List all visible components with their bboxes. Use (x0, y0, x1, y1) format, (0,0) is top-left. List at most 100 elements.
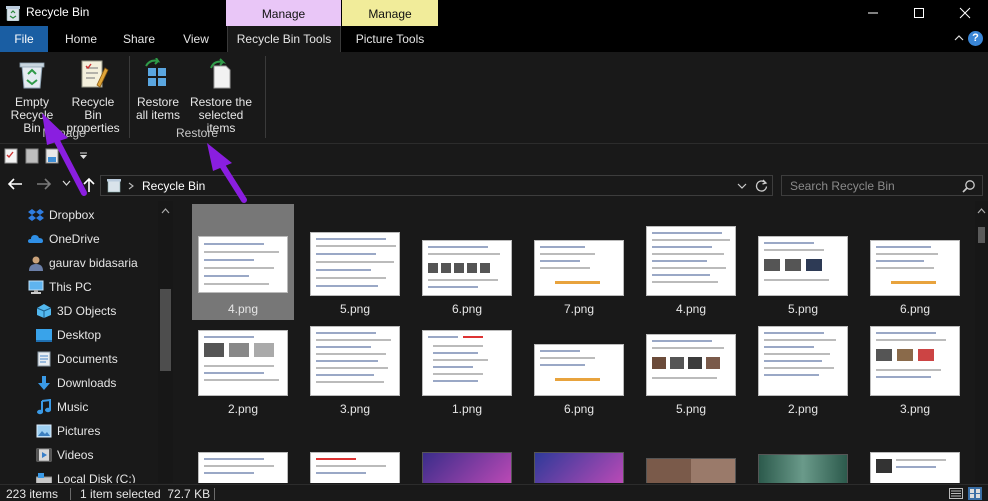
details-view-icon[interactable] (949, 488, 963, 499)
nav-item-dropbox[interactable]: Dropbox (0, 204, 158, 226)
file-tile[interactable]: 1.png (416, 304, 518, 420)
properties-icon (81, 60, 109, 88)
help-button[interactable]: ? (968, 31, 983, 46)
content-scrollbar[interactable] (975, 201, 988, 483)
address-bar[interactable]: Recycle Bin (100, 175, 773, 196)
quick-access-toolbar (0, 145, 988, 167)
file-tile[interactable]: 4.png (640, 204, 742, 320)
status-bar: 223 items 1 item selected 72.7 KB (0, 484, 988, 501)
file-thumbnail (758, 454, 848, 483)
file-tile[interactable] (416, 404, 518, 483)
file-tile[interactable] (640, 404, 742, 483)
file-tile[interactable]: 6.png (528, 304, 630, 420)
tab-file[interactable]: File (0, 26, 48, 52)
minimize-button[interactable] (850, 0, 896, 26)
nav-item-downloads[interactable]: Downloads (0, 372, 158, 394)
nav-item-documents[interactable]: Documents (0, 348, 158, 370)
file-tile[interactable]: 5.png (752, 204, 854, 320)
file-tile[interactable]: 7.png (528, 204, 630, 320)
file-tile[interactable]: 5.png (640, 304, 742, 420)
nav-item-user[interactable]: gaurav bidasaria (0, 252, 158, 274)
nav-scroll-thumb[interactable] (160, 289, 171, 371)
save-icon[interactable] (45, 148, 59, 164)
properties-small-icon[interactable] (4, 148, 18, 164)
file-thumbnail (310, 452, 400, 483)
file-tile[interactable]: 4.png (192, 204, 294, 320)
large-icons-view-icon[interactable] (968, 487, 982, 500)
file-thumbnail (534, 344, 624, 396)
breadcrumb-chevron-icon[interactable] (128, 182, 134, 190)
file-thumbnail (198, 330, 288, 396)
nav-label: Documents (57, 352, 118, 366)
dropbox-icon (28, 209, 44, 221)
tab-view[interactable]: View (172, 26, 220, 52)
file-tile[interactable] (528, 404, 630, 483)
file-thumbnail (422, 330, 512, 396)
3d-objects-icon (36, 304, 52, 318)
nav-item-music[interactable]: Music (0, 396, 158, 418)
status-separator (70, 488, 71, 500)
desktop-icon (36, 329, 52, 342)
nav-item-pictures[interactable]: Pictures (0, 420, 158, 442)
file-tile[interactable] (864, 404, 966, 483)
tab-recycle-bin-tools[interactable]: Recycle Bin Tools (227, 26, 341, 52)
nav-item-onedrive[interactable]: OneDrive (0, 228, 158, 250)
file-tile[interactable]: 3.png (304, 304, 406, 420)
blank-page-icon[interactable] (25, 148, 39, 164)
tab-picture-tools[interactable]: Picture Tools (342, 26, 438, 52)
back-arrow-icon[interactable] (7, 177, 23, 191)
ribbon: Empty Recycle Bin Recycle Bin properties… (0, 52, 988, 144)
customize-toolbar-chevron-icon[interactable] (79, 152, 88, 160)
manage-context-tab-picture[interactable]: Manage (342, 0, 438, 26)
scroll-up-icon[interactable] (161, 208, 170, 214)
nav-item-local-disk[interactable]: Local Disk (C:) (0, 468, 158, 483)
forward-arrow-icon[interactable] (36, 177, 52, 191)
nav-scrollbar[interactable] (158, 201, 173, 483)
file-tile[interactable]: 6.png (416, 204, 518, 320)
file-thumbnail (870, 240, 960, 296)
file-tile[interactable]: 6.png (864, 204, 966, 320)
nav-item-this-pc[interactable]: This PC (0, 276, 158, 298)
file-thumbnail (422, 452, 512, 483)
file-tile[interactable] (752, 404, 854, 483)
file-thumbnail (646, 458, 736, 483)
nav-item-3d-objects[interactable]: 3D Objects (0, 300, 158, 322)
maximize-icon (914, 8, 924, 18)
file-tile[interactable] (192, 404, 294, 483)
file-tile[interactable]: 2.png (192, 304, 294, 420)
empty-recycle-bin-icon (19, 62, 45, 89)
manage-context-tab-recycle[interactable]: Manage (226, 0, 341, 26)
restore-all-items-button[interactable]: Restore all items (134, 54, 182, 122)
ribbon-tab-row: File Home Share View Recycle Bin Tools P… (0, 26, 988, 52)
close-button[interactable] (942, 0, 988, 26)
user-icon (29, 256, 43, 271)
breadcrumb-location[interactable]: Recycle Bin (142, 179, 205, 193)
refresh-icon[interactable] (755, 179, 768, 192)
file-tile[interactable]: 5.png (304, 204, 406, 320)
tab-home[interactable]: Home (56, 26, 106, 52)
nav-item-desktop[interactable]: Desktop (0, 324, 158, 346)
file-tile[interactable]: 2.png (752, 304, 854, 420)
search-box[interactable]: Search Recycle Bin (781, 175, 983, 196)
file-tile[interactable]: 3.png (864, 304, 966, 420)
scroll-up-icon[interactable] (977, 208, 986, 214)
address-dropdown-chevron-icon[interactable] (737, 183, 747, 190)
search-icon[interactable] (962, 179, 976, 193)
nav-label: OneDrive (49, 232, 100, 246)
file-tile[interactable] (304, 404, 406, 483)
recycle-bin-properties-button[interactable]: Recycle Bin properties (62, 54, 124, 135)
up-arrow-icon[interactable] (82, 177, 96, 193)
recent-locations-chevron-icon[interactable] (62, 180, 71, 186)
nav-item-videos[interactable]: Videos (0, 444, 158, 466)
content-scroll-thumb[interactable] (978, 227, 985, 243)
nav-label: Desktop (57, 328, 102, 342)
nav-label: gaurav bidasaria (49, 256, 138, 270)
nav-label: Local Disk (C:) (57, 472, 136, 483)
restore-selected-items-button[interactable]: Restore the selected items (184, 54, 258, 135)
file-thumbnail (198, 236, 288, 293)
group-label-restore: Restore (175, 126, 219, 140)
maximize-button[interactable] (896, 0, 942, 26)
tab-share[interactable]: Share (114, 26, 164, 52)
chevron-up-icon[interactable] (954, 34, 964, 42)
empty-recycle-bin-button[interactable]: Empty Recycle Bin (2, 54, 62, 135)
